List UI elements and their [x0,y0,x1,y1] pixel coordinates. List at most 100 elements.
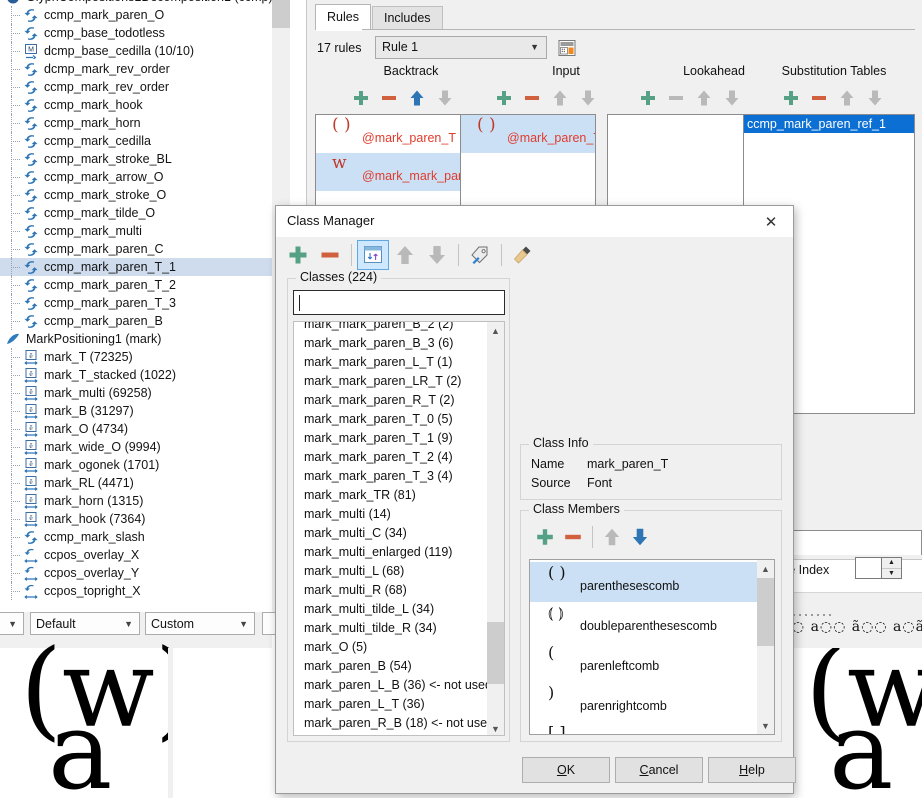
tree-item-row[interactable]: ê mark_hook (7364) [0,510,272,528]
cancel-button[interactable]: Cancel [615,757,703,783]
class-list-item[interactable]: mark_paren_B (54) [294,657,504,676]
tree-item-row[interactable]: ccmp_mark_tilde_O [0,204,272,222]
members-list-scrollbar[interactable]: ▲ ▼ [757,560,774,734]
class-list-item[interactable]: mark_mark_paren_B_3 (6) [294,334,504,353]
move-up-icon-button[interactable] [389,240,421,270]
tree-item-row[interactable]: ccmp_mark_horn [0,114,272,132]
class-list-item[interactable]: mark_multi_R (68) [294,581,504,600]
move-down-icon-button[interactable] [574,86,602,110]
tree-item-row[interactable]: ccmp_mark_paren_T_2 [0,276,272,294]
move-down-icon-button[interactable] [431,86,459,110]
class-list[interactable]: mark_mark_paren_B_2 (2) mark_mark_paren_B… [293,321,505,736]
tree-item-row[interactable]: Mdcmp_base_cedilla (10/10) [0,42,272,60]
remove-icon-button[interactable] [805,86,833,110]
class-list-item[interactable]: mark_multi_C (34) [294,524,504,543]
rule-select-dropdown[interactable]: Rule 1 ▼ [375,36,547,59]
remove-member-icon-button[interactable] [559,525,587,549]
dialog-titlebar[interactable]: Class Manager ✕ [276,206,793,237]
remove-icon-button[interactable] [375,86,403,110]
class-list-item[interactable]: mark_mark_paren_L_T (1) [294,353,504,372]
move-up-icon-button[interactable] [690,86,718,110]
class-list-item[interactable]: mark_paren_L_B (36) <- not used! [294,676,504,695]
tree-item-row[interactable]: ccmp_mark_paren_T_3 [0,294,272,312]
tree-item-row[interactable]: ê mark_RL (4471) [0,474,272,492]
move-down-icon-button[interactable] [626,525,654,549]
class-list-item[interactable]: mark_multi_enlarged (119) [294,543,504,562]
tree-item-row[interactable]: ê mark_B (31297) [0,402,272,420]
add-icon-button[interactable] [347,86,375,110]
tree-group-row[interactable]: MarkPositioning1 (mark) [0,330,272,348]
tree-item-row[interactable]: ê mark_T_stacked (1022) [0,366,272,384]
class-list-item[interactable]: mark_mark_paren_T_0 (5) [294,410,504,429]
member-list-item[interactable]: [ ]squarebracketscomb [530,722,774,735]
stepper-down-icon[interactable]: ▼ [882,567,901,578]
tree-item-row[interactable]: ccmp_mark_paren_C [0,240,272,258]
tree-item-row[interactable]: ccpos_overlay_Y [0,564,272,582]
tree-item-row[interactable]: ccmp_mark_stroke_O [0,186,272,204]
move-up-icon-button[interactable] [598,525,626,549]
tree-item-row[interactable]: ccpos_overlay_X [0,546,272,564]
tree-item-row[interactable]: ccmp_base_todotless [0,24,272,42]
tree-item-row[interactable]: ccmp_mark_stroke_BL [0,150,272,168]
member-list-item[interactable]: ⦅ ⦆ doubleparenthesescomb [530,602,774,642]
sort-toggle-icon-button[interactable] [357,240,389,270]
class-list-scrollbar[interactable]: ▲ ▼ [487,322,504,735]
feature-lookup-tree[interactable]: GlyphCompositions1Decomposition1 (ccmp)c… [0,0,272,612]
class-list-item[interactable]: mark_mark_paren_LR_T (2) [294,372,504,391]
tree-scrollbar-thumb[interactable] [272,0,290,28]
class-filter-input[interactable] [293,290,505,315]
tab-includes[interactable]: Includes [371,6,443,30]
list-item[interactable]: ccmp_mark_paren_ref_1 [744,115,914,133]
drag-handle-dots[interactable] [793,605,839,619]
tree-item-row[interactable]: ccmp_mark_paren_T_1 [0,258,272,276]
tree-item-row[interactable]: ccmp_mark_multi [0,222,272,240]
move-down-icon-button[interactable] [861,86,889,110]
tree-item-row[interactable]: ccpos_topright_X [0,582,272,600]
class-list-item[interactable]: mark_multi_tilde_R (34) [294,619,504,638]
add-class-icon-button[interactable] [282,240,314,270]
move-up-icon-button[interactable] [403,86,431,110]
tree-item-row[interactable]: ê mark_wide_O (9994) [0,438,272,456]
glyph-item[interactable]: ( ) @mark_paren_T [316,115,471,153]
class-list-item[interactable]: mark_mark_paren_T_3 (4) [294,467,504,486]
add-icon-button[interactable] [490,86,518,110]
class-list-item[interactable]: mark_paren_R_T (18) [294,733,504,735]
tree-item-row[interactable]: ccmp_mark_cedilla [0,132,272,150]
scroll-down-icon[interactable]: ▼ [757,717,774,734]
add-icon-button[interactable] [777,86,805,110]
tab-rules[interactable]: Rules [315,4,371,30]
class-list-item[interactable]: mark_mark_paren_R_T (2) [294,391,504,410]
move-down-icon-button[interactable] [421,240,453,270]
rule-table-icon-button[interactable] [554,35,580,60]
members-list[interactable]: ( ) parenthesescomb ⦅ ⦆ doubleparenthesesco… [529,559,775,735]
class-list-item[interactable]: mark_mark_paren_B_2 (2) [294,322,504,334]
class-list-item[interactable]: mark_mark_paren_T_2 (4) [294,448,504,467]
class-list-item[interactable]: mark_multi_L (68) [294,562,504,581]
add-icon-button[interactable] [634,86,662,110]
remove-icon-button[interactable] [518,86,546,110]
tree-item-row[interactable]: ê mark_horn (1315) [0,492,272,510]
move-down-icon-button[interactable] [718,86,746,110]
member-list-item[interactable]: ( ) parenthesescomb [530,562,774,602]
tree-item-row[interactable]: ê mark_ogonek (1701) [0,456,272,474]
remove-class-icon-button[interactable] [314,240,346,270]
tree-item-row[interactable]: ccmp_mark_paren_B [0,312,272,330]
scroll-up-icon[interactable]: ▲ [487,322,504,339]
tree-item-row[interactable]: ccmp_mark_rev_order [0,78,272,96]
scroll-down-icon[interactable]: ▼ [487,720,504,735]
glyph-item[interactable]: ᴡ @mark_mark_par [316,153,471,191]
move-up-icon-button[interactable] [546,86,574,110]
members-scroll-thumb[interactable] [757,578,774,646]
class-list-item[interactable]: mark_paren_R_B (18) <- not used! [294,714,504,733]
move-up-icon-button[interactable] [833,86,861,110]
tree-item-row[interactable]: ê mark_O (4734) [0,420,272,438]
clean-broom-icon-button[interactable] [507,240,539,270]
glyph-item[interactable]: ( ) @mark_paren_T [461,115,595,153]
class-list-scroll-thumb[interactable] [487,622,504,684]
class-list-item[interactable]: mark_multi (14) [294,505,504,524]
tree-item-row[interactable]: ccmp_mark_hook [0,96,272,114]
help-button[interactable]: Help [708,757,796,783]
tree-item-row[interactable]: ê mark_T (72325) [0,348,272,366]
tree-item-row[interactable]: ê mark_multi (69258) [0,384,272,402]
rename-tag-icon-button[interactable] [464,240,496,270]
